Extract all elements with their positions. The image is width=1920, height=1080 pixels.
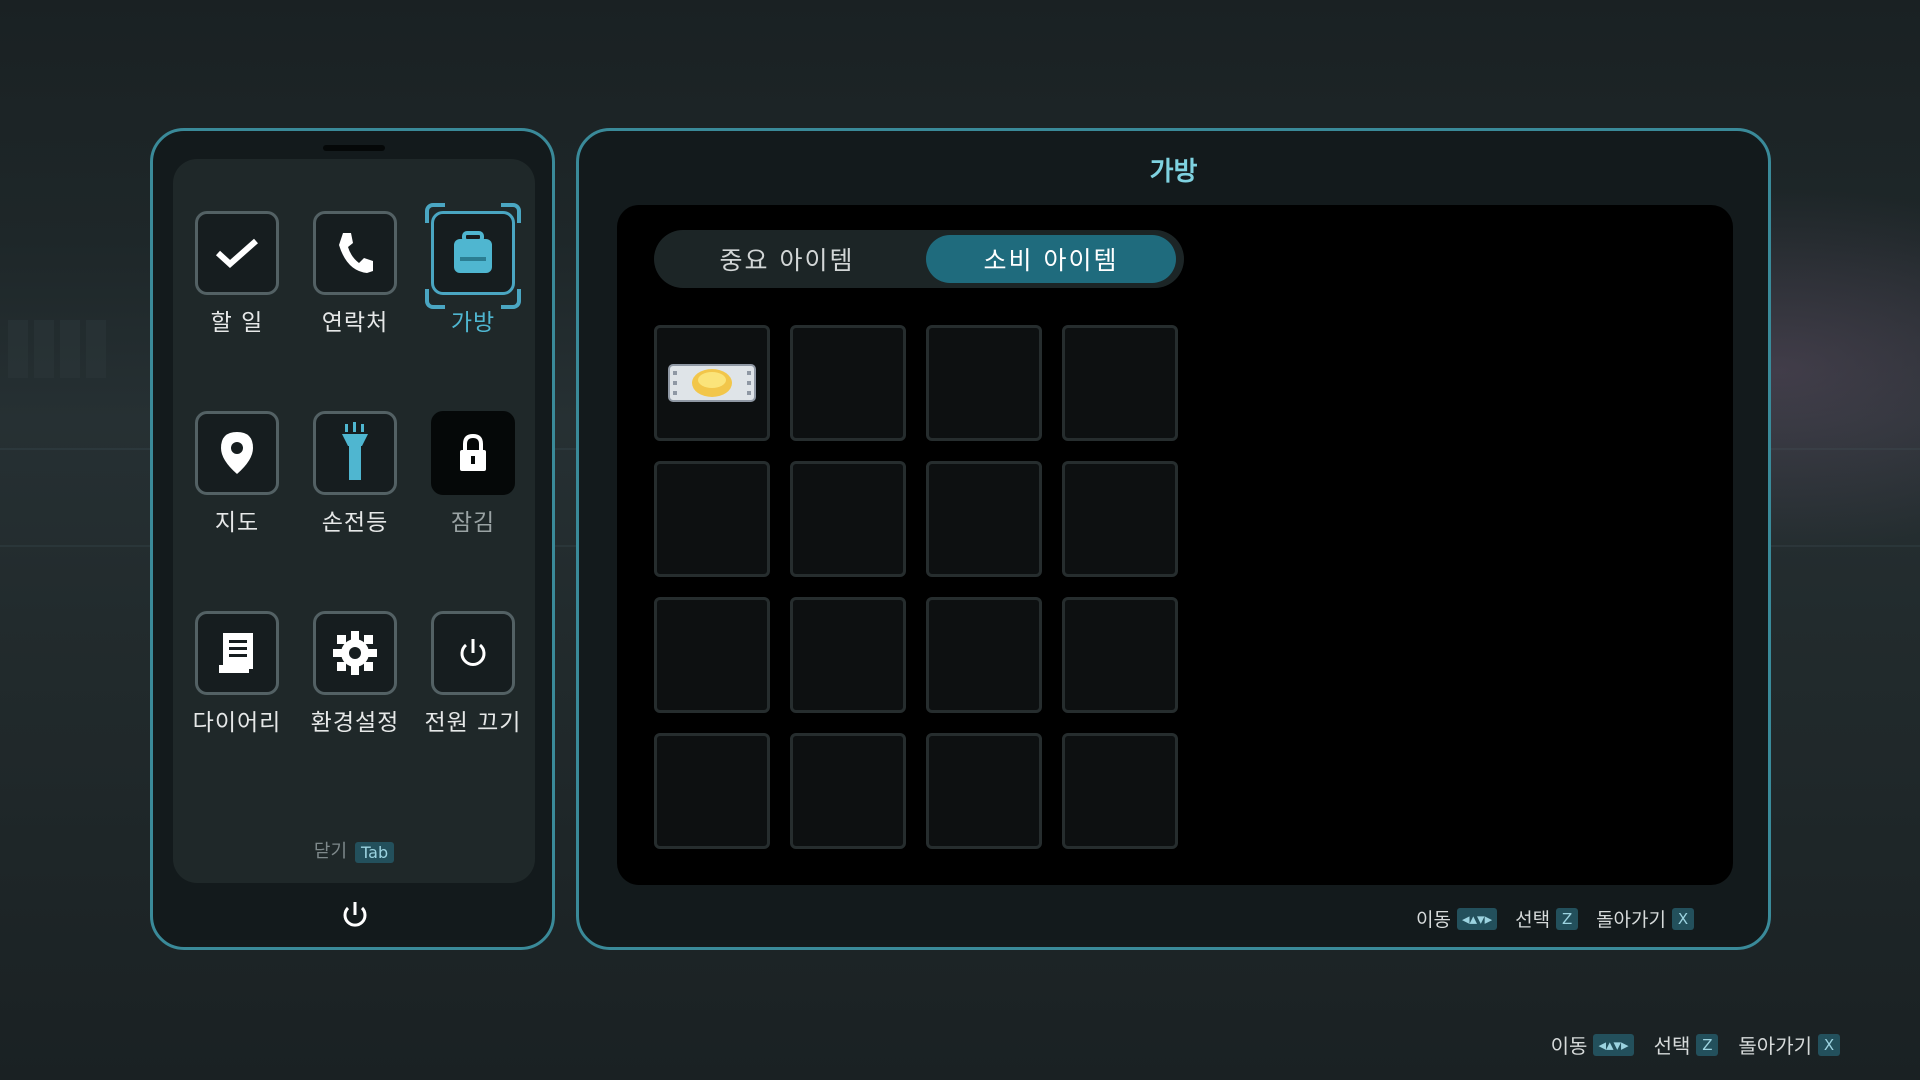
hint-back: 돌아가기 X xyxy=(1596,905,1694,932)
phone-icon xyxy=(313,211,397,295)
hint-label: 선택 xyxy=(1515,909,1551,931)
tab-consumable-items[interactable]: 소비 아이템 xyxy=(926,235,1176,283)
item-slot[interactable] xyxy=(926,461,1042,577)
app-locked: 잠김 xyxy=(413,411,517,551)
app-power-off[interactable]: 전원 끄기 xyxy=(413,611,520,751)
app-label: 연락처 xyxy=(321,310,389,336)
dpad-key-badge: ◂▴▾▸ xyxy=(1593,1033,1634,1056)
z-key-badge: Z xyxy=(1696,1033,1719,1056)
item-slot[interactable] xyxy=(926,325,1042,441)
app-label: 할 일 xyxy=(210,310,264,336)
power-icon xyxy=(431,611,515,695)
item-slot[interactable] xyxy=(790,597,906,713)
app-label: 환경설정 xyxy=(310,710,400,736)
selection-corner xyxy=(501,203,521,223)
phone-screen: 할 일 연락처 가방 지도 손전등 잠김 다이어리 환경설정 전원 끄기 닫기 … xyxy=(173,159,535,883)
power-icon xyxy=(343,902,367,927)
diary-icon xyxy=(195,611,279,695)
hint-back: 돌아가기 X xyxy=(1738,1030,1840,1059)
bag-panel: 가방 중요 아이템 소비 아이템 이동 ◂▴▾▸ 선택 Z 돌아가기 X xyxy=(576,128,1771,950)
selection-corner xyxy=(425,203,445,223)
lock-icon xyxy=(431,411,515,495)
bag-content: 중요 아이템 소비 아이템 xyxy=(617,205,1733,885)
item-slot[interactable] xyxy=(654,325,770,441)
item-slot[interactable] xyxy=(926,597,1042,713)
hint-select: 선택 Z xyxy=(1515,905,1579,932)
item-slot[interactable] xyxy=(654,597,770,713)
hint-label: 이동 xyxy=(1550,1034,1588,1058)
map-pin-icon xyxy=(195,411,279,495)
phone-panel: 할 일 연락처 가방 지도 손전등 잠김 다이어리 환경설정 전원 끄기 닫기 … xyxy=(150,128,555,950)
item-slot[interactable] xyxy=(926,733,1042,849)
screen-control-hints: 이동 ◂▴▾▸ 선택 Z 돌아가기 X xyxy=(1551,1030,1840,1059)
hint-label: 이동 xyxy=(1416,909,1451,931)
tab-key-badge: Tab xyxy=(355,841,395,863)
bag-title: 가방 xyxy=(1149,157,1198,187)
app-settings[interactable]: 환경설정 xyxy=(295,611,399,751)
app-label: 손전등 xyxy=(321,510,389,536)
app-label: 가방 xyxy=(450,310,496,336)
z-key-badge: Z xyxy=(1556,907,1579,930)
hint-label: 돌아가기 xyxy=(1738,1034,1812,1058)
flashlight-icon xyxy=(313,411,397,495)
x-key-badge: X xyxy=(1672,907,1694,930)
app-contacts[interactable]: 연락처 xyxy=(295,211,399,351)
background-windows xyxy=(0,320,110,380)
pill-pack-icon xyxy=(668,364,756,402)
close-label: 닫기 xyxy=(313,841,348,862)
item-slot[interactable] xyxy=(1062,325,1178,441)
item-slot[interactable] xyxy=(654,733,770,849)
hint-label: 돌아가기 xyxy=(1596,909,1666,931)
item-slot[interactable] xyxy=(654,461,770,577)
close-hint[interactable]: 닫기 Tab xyxy=(173,837,535,863)
item-slot[interactable] xyxy=(1062,733,1178,849)
item-slot[interactable] xyxy=(790,325,906,441)
hint-select: 선택 Z xyxy=(1654,1030,1719,1059)
app-label: 지도 xyxy=(214,510,260,536)
app-diary[interactable]: 다이어리 xyxy=(177,611,281,751)
item-slot[interactable] xyxy=(1062,461,1178,577)
app-bag[interactable]: 가방 xyxy=(413,203,521,351)
app-label: 전원 끄기 xyxy=(424,710,522,736)
checkmark-icon xyxy=(195,211,279,295)
hint-label: 선택 xyxy=(1653,1034,1691,1058)
app-label: 다이어리 xyxy=(192,710,282,736)
app-flashlight[interactable]: 손전등 xyxy=(295,411,399,551)
backpack-icon xyxy=(431,211,515,295)
item-slot[interactable] xyxy=(790,461,906,577)
bag-control-hints: 이동 ◂▴▾▸ 선택 Z 돌아가기 X xyxy=(1416,905,1694,932)
gear-icon xyxy=(313,611,397,695)
phone-notch xyxy=(323,145,385,151)
item-grid xyxy=(654,325,1184,855)
hint-move: 이동 ◂▴▾▸ xyxy=(1551,1030,1634,1059)
item-slot[interactable] xyxy=(790,733,906,849)
item-slot[interactable] xyxy=(1062,597,1178,713)
app-label: 잠김 xyxy=(450,510,496,536)
tab-important-items[interactable]: 중요 아이템 xyxy=(662,235,912,283)
phone-power-button[interactable] xyxy=(337,897,373,933)
dpad-key-badge: ◂▴▾▸ xyxy=(1456,907,1498,930)
bag-tabs: 중요 아이템 소비 아이템 xyxy=(654,230,1184,288)
app-todo[interactable]: 할 일 xyxy=(177,211,281,351)
hint-move: 이동 ◂▴▾▸ xyxy=(1416,905,1498,932)
x-key-badge: X xyxy=(1818,1033,1840,1056)
app-map[interactable]: 지도 xyxy=(177,411,281,551)
